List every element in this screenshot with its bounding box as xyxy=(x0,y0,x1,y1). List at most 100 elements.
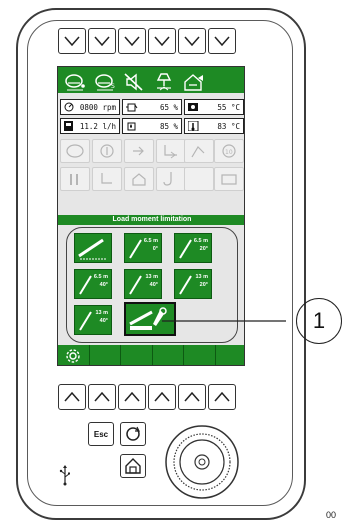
tile-4-length: 6.5 m xyxy=(93,274,108,280)
chevron-up-icon xyxy=(94,392,110,402)
bottom-hardkey-3[interactable] xyxy=(118,384,146,410)
hydraulic-function-button[interactable] xyxy=(92,139,122,163)
tools-icon xyxy=(70,174,78,185)
tools-function-button[interactable] xyxy=(60,167,90,191)
home-button[interactable] xyxy=(120,454,146,478)
bottom-hardkey-6[interactable] xyxy=(208,384,236,410)
chevron-up-icon xyxy=(184,392,200,402)
battery-function-button[interactable] xyxy=(214,167,244,191)
stop-icon xyxy=(132,173,146,186)
settings-softkey[interactable] xyxy=(58,345,90,365)
tile-7-angle: 40° xyxy=(99,318,108,324)
bottom-hardkey-5[interactable] xyxy=(178,384,206,410)
chevron-down-icon xyxy=(184,36,200,46)
chevron-up-icon xyxy=(64,392,80,402)
top-softkey-1[interactable] xyxy=(58,28,86,54)
house-arrow-icon[interactable] xyxy=(180,71,208,93)
top-softkey-6[interactable] xyxy=(208,28,236,54)
esc-button[interactable]: Esc xyxy=(88,422,114,446)
hook-icon xyxy=(163,172,172,186)
chevron-down-icon xyxy=(154,36,170,46)
home-icon xyxy=(125,458,141,474)
oil-temp-icon xyxy=(188,121,199,131)
top-softkey-5[interactable] xyxy=(178,28,206,54)
lift-function-button[interactable] xyxy=(184,139,214,163)
mute-icon[interactable] xyxy=(120,71,148,93)
beacon-icon[interactable] xyxy=(150,71,178,93)
callout-marker: 1 xyxy=(296,298,342,344)
top-softkey-row xyxy=(58,28,236,54)
chevron-down-icon xyxy=(64,36,80,46)
speed-limit-icon: 10 xyxy=(222,144,236,158)
tile-4-angle: 40° xyxy=(99,282,108,288)
callout-label: 1 xyxy=(312,308,326,333)
bottom-hardkey-2[interactable] xyxy=(88,384,116,410)
chevron-down-icon xyxy=(124,36,140,46)
rpm-cell: 0800 rpm xyxy=(60,99,120,115)
tile-3-length: 6.5 m xyxy=(193,238,208,244)
empty-function-button[interactable] xyxy=(184,167,214,191)
def-tank-icon xyxy=(127,122,136,131)
hook-function-button[interactable] xyxy=(156,167,186,191)
top-icon-bar: S xyxy=(58,67,244,93)
chevron-up-icon xyxy=(154,392,170,402)
seat-function-button[interactable] xyxy=(92,167,122,191)
lift-icon xyxy=(191,146,205,158)
svg-text:S: S xyxy=(111,83,115,90)
fuel-pump-icon xyxy=(64,121,73,131)
rotary-knob[interactable] xyxy=(164,424,240,500)
transmission-icon xyxy=(133,146,144,156)
esc-label: Esc xyxy=(93,429,109,439)
bottom-softkey-2[interactable] xyxy=(90,345,121,365)
transmission-function-button[interactable] xyxy=(124,139,154,163)
tile-5-angle: 40° xyxy=(149,282,158,288)
bottom-hardkey-1[interactable] xyxy=(58,384,86,410)
boom-icon xyxy=(164,145,177,159)
boom-mode-tile-7[interactable]: 13 m 40° xyxy=(74,305,112,335)
fuel-rate-cell: 11.2 l/h xyxy=(60,118,120,134)
top-softkey-4[interactable] xyxy=(148,28,176,54)
oil-temp-value: 83 °C xyxy=(217,121,240,131)
coolant-temp-value: 55 °C xyxy=(217,102,240,112)
rotate-view-button[interactable] xyxy=(120,422,146,446)
status-row-1: 0800 rpm 65 % 55 °C xyxy=(60,99,244,115)
bottom-softkey-row xyxy=(58,384,236,410)
tile-2-angle: 0° xyxy=(152,246,158,252)
tachometer-icon xyxy=(64,102,74,112)
chevron-up-icon xyxy=(214,392,230,402)
boom-angle-icon xyxy=(78,238,107,260)
tile-6-length: 13 m xyxy=(195,274,208,280)
usb-icon xyxy=(59,465,70,486)
light-off-icon[interactable]: S xyxy=(91,71,119,93)
boom-mode-tile-5[interactable]: 13 m 40° xyxy=(124,269,162,299)
chevron-up-icon xyxy=(124,392,140,402)
battery-icon xyxy=(221,174,237,185)
rotate-icon xyxy=(126,426,140,441)
engine-icon xyxy=(66,144,84,158)
coolant-cell: 55 °C xyxy=(184,99,244,115)
tile-5-length: 13 m xyxy=(145,274,158,280)
boom-mode-tile-2[interactable]: 6.5 m 0° xyxy=(124,233,162,263)
hydraulic-icon xyxy=(100,144,114,158)
top-softkey-2[interactable] xyxy=(88,28,116,54)
tile-7-length: 13 m xyxy=(95,310,108,316)
bottom-hardkey-4[interactable] xyxy=(148,384,176,410)
speed-limit-button[interactable]: 10 xyxy=(214,139,244,163)
bottom-softkey-3[interactable] xyxy=(121,345,153,365)
top-softkey-3[interactable] xyxy=(118,28,146,54)
engine-function-button[interactable] xyxy=(60,139,90,163)
chevron-down-icon xyxy=(94,36,110,46)
boom-mode-tile-4[interactable]: 6.5 m 40° xyxy=(74,269,112,299)
boom-mode-tile-3[interactable]: 6.5 m 20° xyxy=(174,233,212,263)
light-mode-icon[interactable] xyxy=(61,71,89,93)
def-cell: 85 % xyxy=(122,118,182,134)
stop-function-button[interactable] xyxy=(124,167,154,191)
tile-3-angle: 20° xyxy=(199,246,208,252)
boom-mode-tile-1[interactable] xyxy=(74,233,112,263)
chevron-down-icon xyxy=(214,36,230,46)
fuel-rate-value: 11.2 l/h xyxy=(79,121,116,131)
fuel-level-value: 65 % xyxy=(159,102,178,112)
boom-function-button[interactable] xyxy=(156,139,186,163)
section-title: Load moment limitation xyxy=(58,215,244,225)
status-row-2: 11.2 l/h 85 % 83 °C xyxy=(60,118,244,134)
